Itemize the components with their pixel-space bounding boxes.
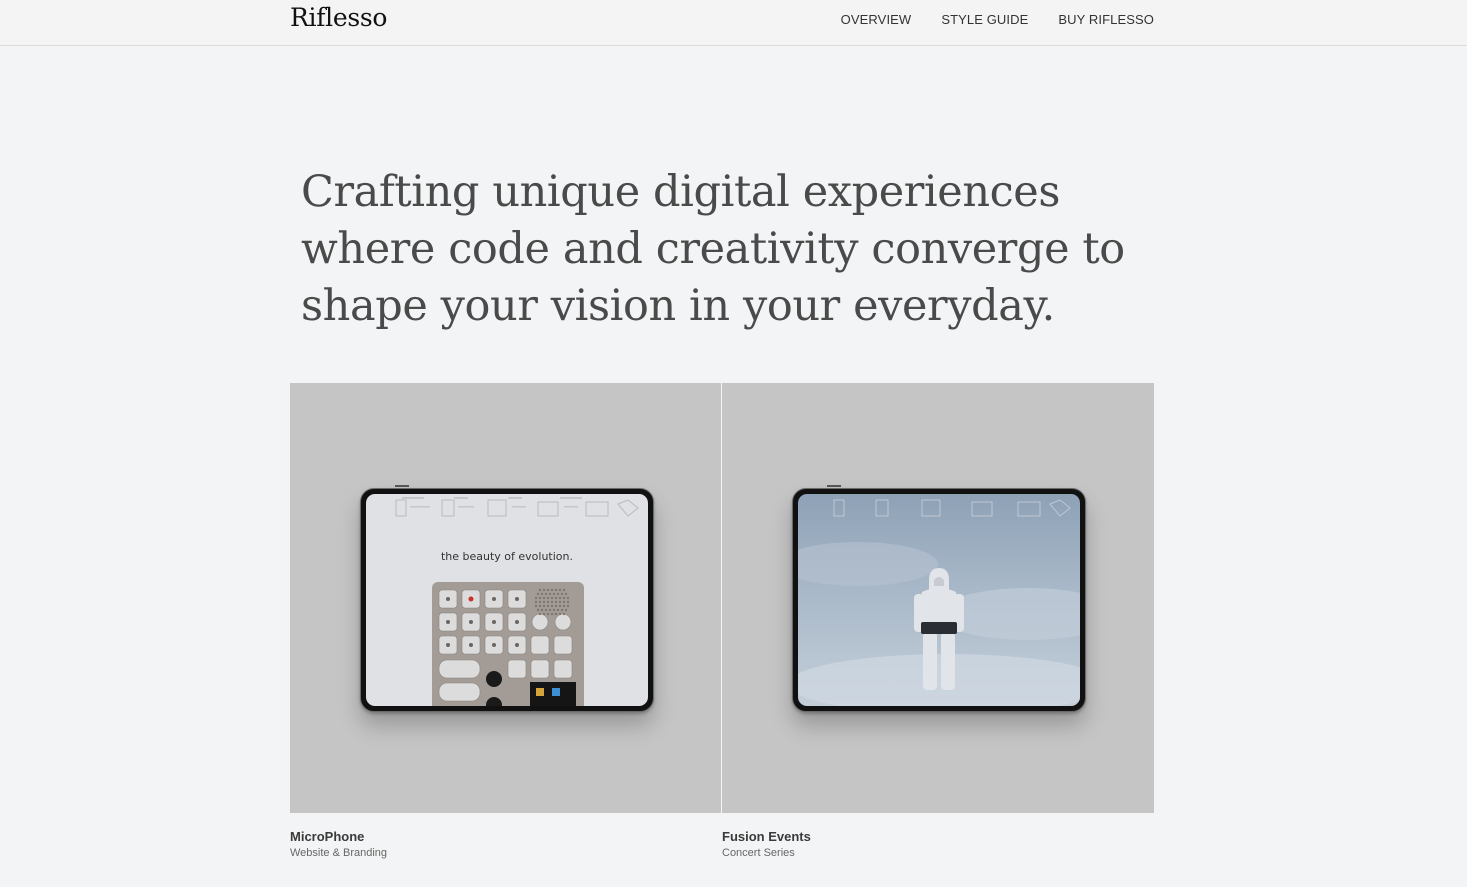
top-navigation-bar: Riflesso OVERVIEW STYLE GUIDE BUY RIFLES… [0,0,1467,46]
project-title[interactable]: MicroPhone [290,829,721,844]
project-subtitle: Concert Series [722,847,795,859]
astronaut-sky-photo-icon [798,499,1080,706]
project-thumbnail[interactable]: the beauty of evolution. [290,383,721,813]
project-subtitle: Website & Branding [290,847,388,859]
hero-headline: Crafting unique digital experiences wher… [301,167,1125,331]
nav-link-buy-riflesso[interactable]: BUY RIFLESSO [1058,12,1154,27]
tablet-edge-mark [827,485,841,487]
project-title[interactable]: Fusion Events [722,829,1154,844]
tablet-screen: the beauty of evolution. [366,494,648,706]
nav-link-style-guide[interactable]: STYLE GUIDE [941,12,1028,27]
screen-tagline: the beauty of evolution. [440,550,574,563]
keypad-device-icon [432,582,584,706]
tablet-mockup [792,485,1086,712]
site-navigation-sketch-icon [395,497,639,517]
main-nav: OVERVIEW STYLE GUIDE BUY RIFLESSO [841,12,1154,27]
tablet-edge-mark [395,485,409,487]
tablet-screen [798,494,1080,706]
tablet-mockup: the beauty of evolution. [360,485,654,712]
project-thumbnail[interactable] [722,383,1154,813]
nav-link-overview[interactable]: OVERVIEW [841,12,912,27]
brand-logo-link[interactable]: Riflesso [290,3,387,32]
project-card-microphone[interactable]: the beauty of evolution. MicroPhone Webs… [290,383,721,859]
project-card-fusion-events[interactable]: Fusion Events Concert Series [722,383,1154,859]
